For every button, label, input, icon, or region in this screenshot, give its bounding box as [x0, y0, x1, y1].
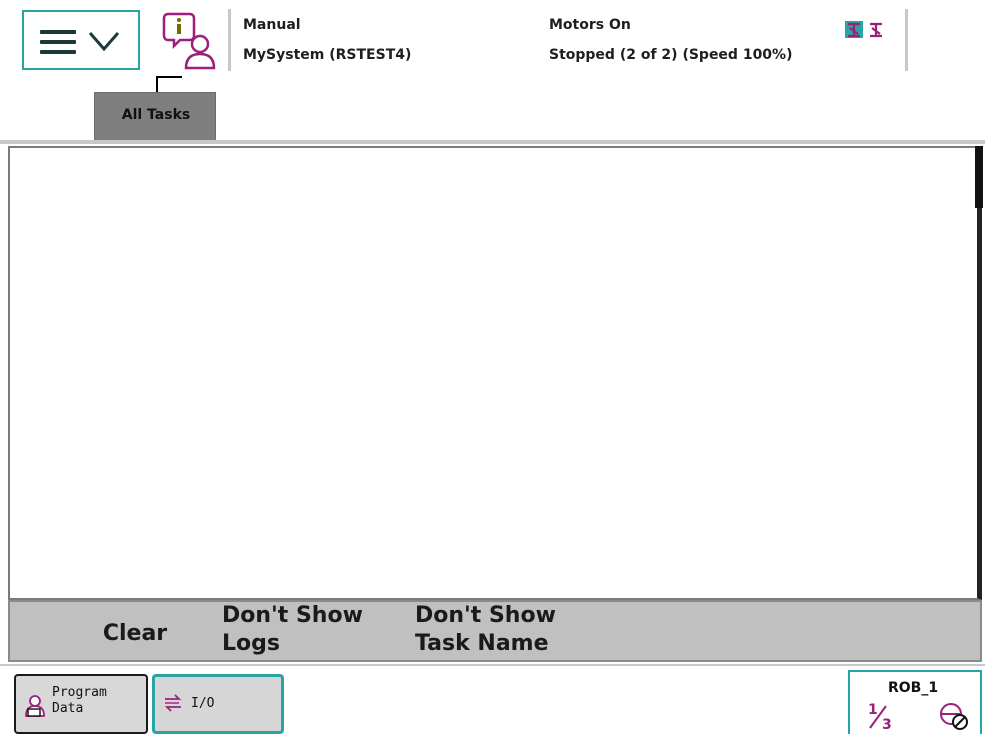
chevron-down-icon	[88, 32, 120, 52]
taskbar-program-data[interactable]: Program Data	[14, 674, 148, 734]
tab-connector	[156, 76, 182, 92]
svg-text:1: 1	[868, 702, 878, 718]
operator-info-icon[interactable]	[160, 10, 220, 72]
quickset-robot-button[interactable]: ROB_1 1 3	[848, 670, 982, 734]
program-data-label-line1: Program	[52, 685, 107, 700]
clear-button-label: Clear	[102, 621, 168, 646]
robot-status-icon	[845, 21, 882, 38]
dont-show-logs-label-line1: Don't Show	[222, 603, 363, 628]
task-log-area[interactable]	[8, 146, 982, 600]
main-menu-button[interactable]	[22, 10, 140, 70]
run-state: Stopped (2 of 2) (Speed 100%)	[549, 47, 793, 63]
system-name: MySystem (RSTEST4)	[243, 47, 412, 63]
io-label: I/O	[191, 696, 215, 711]
io-arrows-icon	[164, 694, 182, 712]
status-panel[interactable]: Manual MySystem (RSTEST4) Motors On Stop…	[228, 9, 908, 71]
dont-show-task-label-line1: Don't Show	[415, 603, 556, 628]
tab-label: All Tasks	[121, 107, 191, 123]
motors-state: Motors On	[549, 17, 631, 33]
dont-show-logs-button[interactable]: Don't Show Logs	[222, 602, 397, 662]
taskbar-io[interactable]: I/O	[152, 674, 284, 734]
svg-text:3: 3	[882, 717, 892, 732]
clear-button[interactable]: Clear	[60, 620, 210, 650]
command-bar: Clear Don't Show Logs Don't Show Task Na…	[8, 600, 982, 662]
operating-mode: Manual	[243, 17, 301, 33]
program-data-label-line2: Data	[52, 701, 84, 716]
dont-show-task-label-line2: Task Name	[415, 631, 549, 656]
dont-show-task-name-button[interactable]: Don't Show Task Name	[415, 602, 605, 662]
robot-label: ROB_1	[888, 680, 939, 696]
fraction-icon: 1 3	[868, 702, 892, 732]
tab-underline	[0, 140, 985, 144]
program-data-icon	[25, 695, 45, 717]
dont-show-logs-label-line2: Logs	[222, 631, 280, 656]
speed-off-icon	[940, 703, 968, 730]
scrollbar-thumb[interactable]	[975, 146, 983, 208]
tab-all-tasks[interactable]: All Tasks	[94, 92, 216, 142]
hamburger-icon	[40, 30, 76, 54]
